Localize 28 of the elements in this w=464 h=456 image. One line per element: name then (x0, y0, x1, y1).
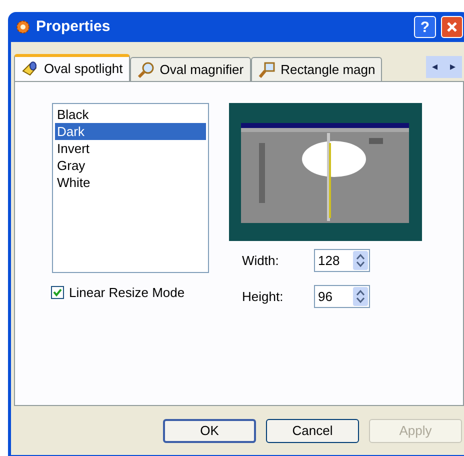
list-item[interactable]: Invert (55, 140, 206, 157)
list-item[interactable]: White (55, 174, 206, 191)
list-item[interactable]: Gray (55, 157, 206, 174)
scroll-right-button[interactable]: ▸ (444, 56, 462, 78)
list-item[interactable]: Dark (55, 123, 206, 140)
list-item[interactable]: Black (55, 106, 206, 123)
rectangle-magnifier-icon (258, 60, 276, 78)
spin-field[interactable]: 128 (314, 249, 370, 272)
dialog-button[interactable]: OK (163, 419, 256, 443)
close-icon (446, 21, 458, 33)
window-title: Properties (36, 16, 112, 37)
close-button[interactable] (441, 16, 463, 38)
dialog-button[interactable]: Cancel (266, 419, 359, 443)
spin-arrows-icon (353, 251, 368, 270)
field-label: Height: (242, 288, 284, 306)
checkbox[interactable] (51, 286, 64, 300)
checkbox-label: Linear Resize Mode (69, 284, 185, 302)
spin-field[interactable]: 96 (314, 285, 370, 308)
scroll-left-button[interactable]: ◂ (426, 56, 444, 78)
flashlight-icon (21, 61, 39, 77)
field-label: Width: (242, 252, 280, 270)
magnifier-icon (136, 60, 155, 78)
tab[interactable]: Rectangle magn (250, 57, 382, 81)
gear-icon (15, 19, 31, 35)
tab[interactable]: Oval magnifier (130, 57, 251, 81)
spin-arrows-icon (353, 287, 368, 306)
tab[interactable]: Oval spotlight (14, 54, 130, 81)
help-button[interactable]: ? (414, 16, 436, 38)
